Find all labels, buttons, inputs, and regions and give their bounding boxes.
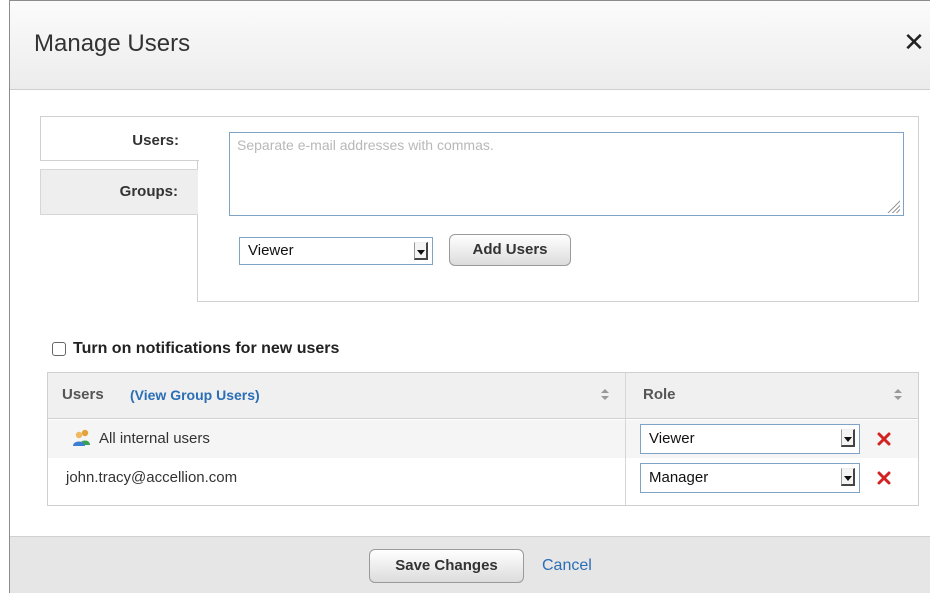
sort-icon[interactable]: [601, 389, 609, 401]
user-role-value: Manager: [649, 469, 709, 486]
manage-users-dialog: Manage Users ✕ Users: Groups: Viewer Add…: [9, 0, 930, 593]
table-row: john.tracy@accellion.com Manager: [48, 459, 918, 497]
column-header-role[interactable]: Role: [643, 386, 676, 403]
dropdown-arrow-icon[interactable]: [841, 468, 855, 486]
column-header-users[interactable]: Users: [62, 386, 104, 403]
table-row: All internal users Viewer: [48, 420, 918, 458]
remove-icon[interactable]: [877, 471, 891, 485]
dropdown-arrow-icon[interactable]: [414, 242, 428, 260]
notifications-checkbox[interactable]: [52, 342, 66, 356]
user-role-select[interactable]: Viewer: [640, 424, 860, 454]
users-table: Users (View Group Users) Role All intern…: [47, 372, 919, 506]
tab-groups[interactable]: Groups:: [40, 169, 198, 215]
user-name: All internal users: [99, 430, 210, 447]
sort-icon[interactable]: [894, 389, 902, 401]
column-divider: [625, 373, 626, 505]
user-role-value: Viewer: [649, 430, 695, 447]
add-users-button[interactable]: Add Users: [449, 234, 571, 266]
view-group-users-link[interactable]: (View Group Users): [130, 387, 260, 403]
table-header: Users (View Group Users) Role: [48, 373, 918, 419]
new-user-role-value: Viewer: [248, 242, 294, 259]
resize-grip-icon[interactable]: [886, 199, 900, 213]
cancel-link[interactable]: Cancel: [542, 557, 592, 575]
dialog-titlebar: Manage Users ✕: [10, 1, 930, 90]
tab-users[interactable]: Users:: [40, 116, 199, 161]
user-email: john.tracy@accellion.com: [66, 469, 238, 486]
close-icon[interactable]: ✕: [902, 27, 926, 57]
notifications-label[interactable]: Turn on notifications for new users: [73, 340, 339, 358]
user-role-select[interactable]: Manager: [640, 463, 860, 493]
group-icon: [73, 429, 90, 446]
save-changes-button[interactable]: Save Changes: [369, 549, 524, 583]
new-user-role-select[interactable]: Viewer: [239, 237, 433, 265]
remove-icon[interactable]: [877, 432, 891, 446]
email-addresses-input[interactable]: [229, 132, 904, 216]
dialog-title: Manage Users: [34, 30, 191, 57]
dialog-footer: Save Changes Cancel: [10, 536, 930, 593]
dropdown-arrow-icon[interactable]: [841, 429, 855, 447]
